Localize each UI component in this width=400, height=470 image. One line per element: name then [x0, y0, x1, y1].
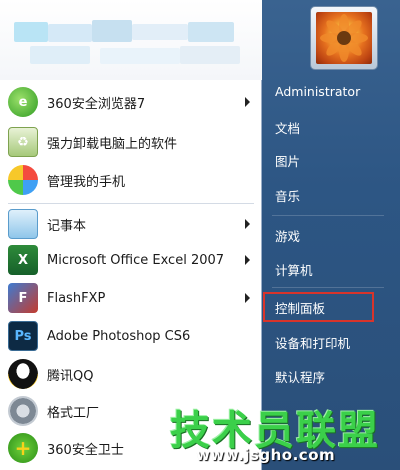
format-factory-icon — [8, 396, 38, 426]
user-avatar[interactable] — [310, 6, 378, 70]
program-label: 格式工厂 — [47, 405, 100, 421]
program-flashfxp[interactable]: F FlashFXP — [8, 280, 256, 316]
menu-games[interactable]: 游戏 — [266, 220, 394, 250]
menu-user[interactable]: Administrator — [266, 76, 394, 106]
program-label: 360安全卫士 — [47, 442, 124, 458]
blurred-pinned-area — [0, 0, 262, 80]
program-label: 腾讯QQ — [47, 368, 94, 384]
submenu-arrow-icon — [245, 293, 250, 303]
program-qq[interactable]: 腾讯QQ — [8, 356, 256, 392]
program-phone-manager[interactable]: 管理我的手机 — [8, 162, 256, 198]
flower-picture-icon — [316, 12, 372, 64]
menu-default-programs[interactable]: 默认程序 — [266, 361, 394, 391]
phone-manager-icon — [8, 165, 38, 195]
qq-icon — [8, 359, 38, 389]
program-label: Microsoft Office Excel 2007 — [47, 252, 225, 268]
program-excel[interactable]: X Microsoft Office Excel 2007 — [8, 242, 256, 278]
program-notepad[interactable]: 记事本 — [8, 206, 256, 242]
excel-icon: X — [8, 245, 38, 275]
flashfxp-icon: F — [8, 283, 38, 313]
menu-music[interactable]: 音乐 — [266, 180, 394, 210]
menu-pictures[interactable]: 图片 — [266, 145, 394, 175]
submenu-arrow-icon — [245, 255, 250, 265]
submenu-arrow-icon — [245, 219, 250, 229]
program-360-browser[interactable]: e 360安全浏览器7 — [8, 84, 256, 120]
program-label: 管理我的手机 — [47, 174, 126, 190]
menu-documents[interactable]: 文档 — [266, 112, 394, 142]
watermark-url: www.jsgho.com — [196, 446, 336, 464]
submenu-arrow-icon — [245, 97, 250, 107]
uninstall-icon: ♻ — [8, 127, 38, 157]
menu-computer[interactable]: 计算机 — [266, 254, 394, 284]
browser-360-icon: e — [8, 87, 38, 117]
photoshop-icon: Ps — [8, 321, 38, 351]
program-label: 记事本 — [47, 218, 87, 234]
program-label: 强力卸载电脑上的软件 — [47, 136, 178, 152]
separator — [272, 287, 384, 288]
menu-devices-printers[interactable]: 设备和打印机 — [266, 327, 394, 357]
separator — [8, 203, 254, 204]
separator — [272, 215, 384, 216]
program-photoshop[interactable]: Ps Adobe Photoshop CS6 — [8, 318, 256, 354]
notepad-icon — [8, 209, 38, 239]
program-uninstaller[interactable]: ♻ 强力卸载电脑上的软件 — [8, 124, 256, 160]
program-label: 360安全浏览器7 — [47, 96, 146, 112]
security-360-icon: + — [8, 433, 38, 463]
program-label: FlashFXP — [47, 290, 106, 306]
menu-control-panel[interactable]: 控制面板 — [263, 292, 374, 322]
program-label: Adobe Photoshop CS6 — [47, 328, 191, 344]
